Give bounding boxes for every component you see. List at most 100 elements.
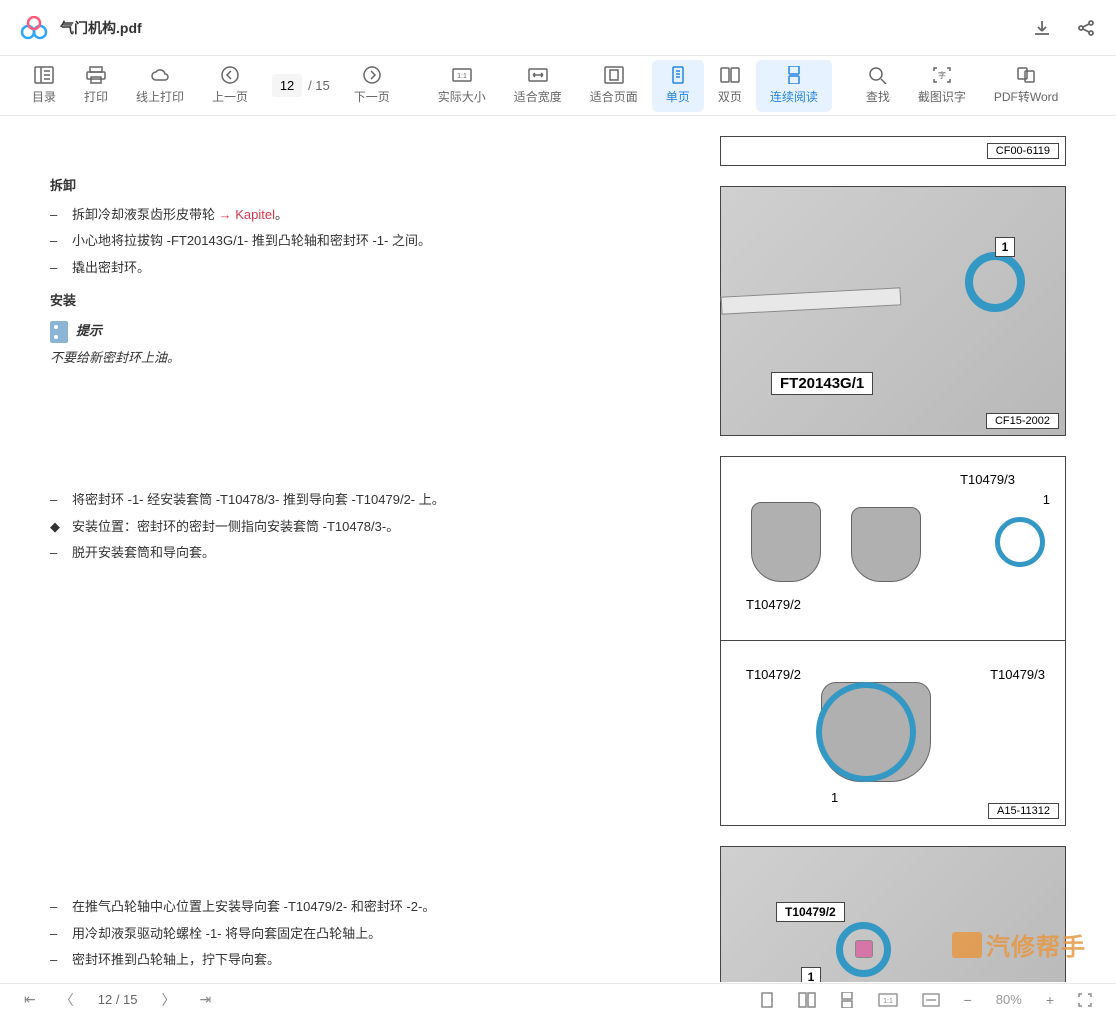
instruction-line: –用冷却液泵驱动轮螺栓 -1- 将导向套固定在凸轮轴上。 bbox=[50, 922, 690, 947]
section-title-install: 安装 bbox=[50, 289, 690, 314]
instruction-line: ◆安装位置：密封环的密封一侧指向安装套筒 -T10478/3-。 bbox=[50, 515, 690, 540]
cloud-icon bbox=[150, 66, 170, 84]
double-page-icon bbox=[720, 66, 740, 84]
instruction-line: –撬出密封环。 bbox=[50, 256, 690, 281]
next-page-button[interactable]: 下一页 bbox=[340, 60, 404, 112]
pdf-to-word-button[interactable]: PDF转Word bbox=[980, 60, 1072, 112]
figure-2: T10479/3 T10479/2 1 T10479/2 T10479/3 1 … bbox=[720, 456, 1066, 826]
figure-label: T10479/2 bbox=[746, 597, 801, 612]
svg-text:1:1: 1:1 bbox=[883, 998, 893, 1005]
status-continuous-icon[interactable] bbox=[840, 992, 854, 1008]
app-logo-icon bbox=[20, 16, 48, 40]
status-double-page-icon[interactable] bbox=[798, 992, 816, 1008]
instruction-line: –脱开安装套筒和导向套。 bbox=[50, 541, 690, 566]
status-single-page-icon[interactable] bbox=[760, 992, 774, 1008]
continuous-read-button[interactable]: 连续阅读 bbox=[756, 60, 832, 112]
fit-page-button[interactable]: 适合页面 bbox=[576, 60, 652, 112]
fit-page-icon bbox=[604, 66, 624, 84]
double-page-button[interactable]: 双页 bbox=[704, 60, 756, 112]
instruction-line: –在推气凸轮轴中心位置上安装导向套 -T10479/2- 和密封环 -2-。 bbox=[50, 895, 690, 920]
figure-callout: 1 bbox=[995, 237, 1015, 257]
single-page-button[interactable]: 单页 bbox=[652, 60, 704, 112]
figure-column: CF00-6119 1 FT20143G/1 CF15-2002 T10479/… bbox=[720, 136, 1066, 982]
next-label: 下一页 bbox=[354, 88, 390, 105]
fit-width-button[interactable]: 适合宽度 bbox=[500, 60, 576, 112]
note-text: 不要给新密封环上油。 bbox=[50, 346, 690, 371]
toc-icon bbox=[34, 66, 54, 84]
note-icon bbox=[50, 321, 68, 343]
file-name: 气门机构.pdf bbox=[60, 18, 142, 38]
zoom-in-button[interactable]: + bbox=[1046, 992, 1054, 1008]
toc-label: 目录 bbox=[32, 88, 56, 105]
actual-size-label: 实际大小 bbox=[438, 88, 486, 105]
cloud-print-button[interactable]: 线上打印 bbox=[122, 60, 198, 112]
figure-callout: 1 bbox=[801, 967, 821, 982]
continuous-label: 连续阅读 bbox=[770, 88, 818, 105]
convert-icon bbox=[1016, 66, 1036, 84]
fit-page-label: 适合页面 bbox=[590, 88, 638, 105]
figure-callout: 1 bbox=[1043, 492, 1050, 507]
document-viewport[interactable]: 拆卸 –拆卸冷却液泵齿形皮带轮 → Kapitel。 –小心地将拉拔钩 -FT2… bbox=[0, 116, 1116, 982]
single-page-icon bbox=[668, 66, 688, 84]
zoom-out-button[interactable]: − bbox=[964, 992, 972, 1008]
status-page: 12 / 15 bbox=[98, 992, 138, 1007]
instruction-line: –密封环推到凸轮轴上，拧下导向套。 bbox=[50, 948, 690, 973]
status-fit-width-icon[interactable] bbox=[922, 993, 940, 1007]
figure-tool-label: T10479/2 bbox=[776, 902, 845, 922]
figure-code: A15-11312 bbox=[988, 803, 1059, 819]
prev-page-button[interactable]: 上一页 bbox=[198, 60, 262, 112]
toolbar: 目录 打印 线上打印 上一页 / 15 下一页 1:1 实际大小 适合宽度 适合… bbox=[0, 56, 1116, 116]
search-label: 查找 bbox=[866, 88, 890, 105]
next-page-nav[interactable]: 〉 bbox=[162, 990, 176, 1010]
actual-size-icon: 1:1 bbox=[452, 66, 472, 84]
page-number-input[interactable] bbox=[272, 74, 302, 97]
header-left: 气门机构.pdf bbox=[20, 16, 142, 40]
chevron-right-circle-icon bbox=[362, 66, 382, 84]
print-label: 打印 bbox=[84, 88, 108, 105]
fit-width-icon bbox=[528, 66, 548, 84]
single-page-label: 单页 bbox=[666, 88, 690, 105]
double-page-label: 双页 bbox=[718, 88, 742, 105]
actual-size-button[interactable]: 1:1 实际大小 bbox=[424, 60, 500, 112]
chapter-link[interactable]: → Kapitel bbox=[219, 207, 275, 222]
download-icon[interactable] bbox=[1032, 18, 1052, 38]
page-total: / 15 bbox=[308, 78, 330, 93]
status-nav: ⇤ 〈 12 / 15 〉 ⇥ bbox=[24, 990, 211, 1010]
fit-width-label: 适合宽度 bbox=[514, 88, 562, 105]
search-button[interactable]: 查找 bbox=[852, 60, 904, 112]
share-icon[interactable] bbox=[1076, 18, 1096, 38]
figure-label: T10479/3 bbox=[990, 667, 1045, 682]
header-actions bbox=[1032, 18, 1096, 38]
cloud-print-label: 线上打印 bbox=[136, 88, 184, 105]
figure-label: T10479/3 bbox=[960, 472, 1015, 487]
note-row: 提示 bbox=[50, 319, 690, 344]
instruction-line: –将密封环 -1- 经安装套筒 -T10478/3- 推到导向套 -T10479… bbox=[50, 488, 690, 513]
prev-page-nav[interactable]: 〈 bbox=[60, 990, 74, 1010]
watermark-icon bbox=[952, 932, 982, 958]
svg-text:字: 字 bbox=[938, 70, 946, 80]
figure-code: CF00-6119 bbox=[987, 143, 1059, 159]
header: 气门机构.pdf bbox=[0, 0, 1116, 56]
toc-button[interactable]: 目录 bbox=[18, 60, 70, 112]
chevron-left-circle-icon bbox=[220, 66, 240, 84]
fullscreen-button[interactable] bbox=[1078, 993, 1092, 1007]
print-button[interactable]: 打印 bbox=[70, 60, 122, 112]
figure-label: T10479/2 bbox=[746, 667, 801, 682]
svg-text:1:1: 1:1 bbox=[457, 73, 467, 80]
last-page-button[interactable]: ⇥ bbox=[200, 991, 212, 1008]
text-column: 拆卸 –拆卸冷却液泵齿形皮带轮 → Kapitel。 –小心地将拉拔钩 -FT2… bbox=[50, 136, 690, 982]
instruction-line: –小心地将拉拔钩 -FT20143G/1- 推到凸轮轴和密封环 -1- 之间。 bbox=[50, 229, 690, 254]
status-actual-size-icon[interactable]: 1:1 bbox=[878, 993, 898, 1007]
figure-code: CF15-2002 bbox=[986, 413, 1059, 429]
continuous-icon bbox=[784, 66, 804, 84]
page-indicator: / 15 bbox=[262, 74, 340, 97]
first-page-button[interactable]: ⇤ bbox=[24, 991, 36, 1008]
ocr-button[interactable]: 字 截图识字 bbox=[904, 60, 980, 112]
watermark: 汽修帮手 bbox=[952, 927, 1086, 962]
zoom-level: 80% bbox=[996, 992, 1022, 1007]
ocr-icon: 字 bbox=[932, 66, 952, 84]
figure-1: 1 FT20143G/1 CF15-2002 bbox=[720, 186, 1066, 436]
figure-tool-label: FT20143G/1 bbox=[771, 372, 873, 395]
prev-label: 上一页 bbox=[212, 88, 248, 105]
figure-callout: 1 bbox=[831, 790, 838, 805]
